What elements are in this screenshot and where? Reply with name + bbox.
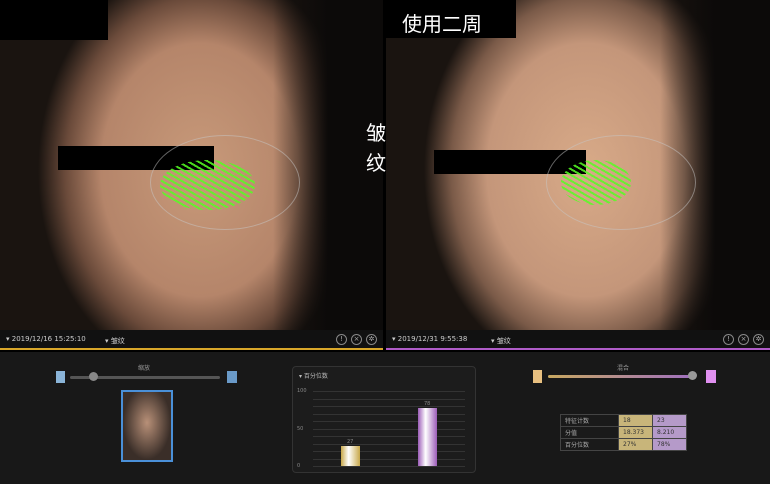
y-tick-label: 100 bbox=[297, 388, 307, 394]
table-cell: 8.210 bbox=[652, 426, 687, 439]
feature-label: 皱纹 bbox=[366, 118, 390, 178]
y-tick-label: 0 bbox=[297, 463, 301, 469]
blend-slider-thumb[interactable] bbox=[688, 371, 697, 380]
table-row: 百分位数 27% 78% bbox=[560, 438, 687, 451]
gridline bbox=[313, 406, 465, 407]
mode: 皱纹 bbox=[110, 337, 125, 345]
gridline bbox=[313, 458, 465, 460]
after-label: 使用二周 bbox=[386, 0, 516, 38]
gridline bbox=[313, 451, 465, 452]
table-cell: 27% bbox=[618, 438, 653, 451]
blend-label: 混合 bbox=[617, 365, 630, 372]
table-cell: 特征计数 bbox=[560, 414, 619, 427]
zoom-slider-thumb[interactable] bbox=[89, 372, 98, 381]
zoom-label: 缩放 bbox=[138, 365, 151, 372]
gridline bbox=[313, 436, 465, 437]
feature-label-1: 皱 bbox=[366, 121, 386, 145]
percentile-chart: ▾ 百分位数 0 50 100 27 78 bbox=[292, 366, 476, 473]
after-photo bbox=[386, 0, 770, 330]
gridline bbox=[313, 466, 465, 467]
feature-label-2: 纹 bbox=[366, 151, 386, 175]
mode-dropdown[interactable]: ▾ 皱纹 bbox=[105, 336, 125, 346]
before-photo bbox=[0, 0, 383, 330]
gridline bbox=[313, 443, 465, 445]
gear-icon[interactable]: ✲ bbox=[753, 334, 764, 345]
timestamp-dropdown[interactable]: ▾ 2019/12/31 9:55:38 bbox=[392, 335, 467, 343]
bar-value-label: 78 bbox=[424, 400, 431, 407]
table-cell: 18.373 bbox=[618, 426, 653, 439]
info-icon[interactable]: ! bbox=[336, 334, 347, 345]
after-swatch[interactable] bbox=[706, 370, 716, 383]
table-cell: 78% bbox=[652, 438, 687, 451]
timestamp: 2019/12/16 15:25:10 bbox=[11, 335, 86, 343]
wrinkle-overlay bbox=[561, 160, 631, 205]
timestamp-dropdown[interactable]: ▾ 2019/12/16 15:25:10 bbox=[6, 335, 86, 343]
gridline bbox=[313, 391, 465, 392]
wrinkle-overlay bbox=[160, 160, 255, 210]
zoom-out-icon[interactable] bbox=[56, 371, 65, 383]
redaction-box bbox=[0, 0, 108, 40]
gridline bbox=[313, 428, 465, 430]
before-swatch[interactable] bbox=[533, 370, 542, 383]
table-cell: 18 bbox=[618, 414, 653, 427]
after-toolbar: ▾ 2019/12/31 9:55:38 ▾ 皱纹 ! × ✲ bbox=[386, 330, 770, 350]
zoom-in-icon[interactable] bbox=[227, 371, 237, 383]
chart-header: ▾ 百分位数 bbox=[299, 373, 328, 380]
table-row: 分值 18.373 8.210 bbox=[560, 426, 687, 439]
table-cell: 分值 bbox=[560, 426, 619, 439]
before-toolbar: ▾ 2019/12/16 15:25:10 ▾ 皱纹 ! × ✲ bbox=[0, 330, 383, 350]
bar-value-label: 27 bbox=[347, 438, 354, 445]
y-tick-label: 50 bbox=[297, 425, 304, 432]
mode: 皱纹 bbox=[496, 337, 511, 345]
gridline bbox=[313, 413, 465, 415]
bar bbox=[418, 407, 437, 466]
metrics-table: 特征计数 18 23 分值 18.373 8.210 百分位数 27% 78% bbox=[560, 414, 687, 451]
face-thumbnail[interactable] bbox=[121, 390, 173, 462]
close-icon[interactable]: × bbox=[738, 334, 749, 345]
info-icon[interactable]: ! bbox=[723, 334, 734, 345]
bar bbox=[341, 445, 360, 466]
table-row: 特征计数 18 23 bbox=[560, 414, 687, 427]
blend-slider[interactable] bbox=[548, 375, 693, 378]
timestamp: 2019/12/31 9:55:38 bbox=[397, 335, 468, 343]
chart-title: 百分位数 bbox=[303, 373, 328, 380]
gridline bbox=[313, 398, 465, 400]
mode-dropdown[interactable]: ▾ 皱纹 bbox=[491, 336, 511, 346]
table-cell: 百分位数 bbox=[560, 438, 619, 451]
gridline bbox=[313, 421, 465, 422]
table-cell: 23 bbox=[652, 414, 687, 427]
close-icon[interactable]: × bbox=[351, 334, 362, 345]
gear-icon[interactable]: ✲ bbox=[366, 334, 377, 345]
